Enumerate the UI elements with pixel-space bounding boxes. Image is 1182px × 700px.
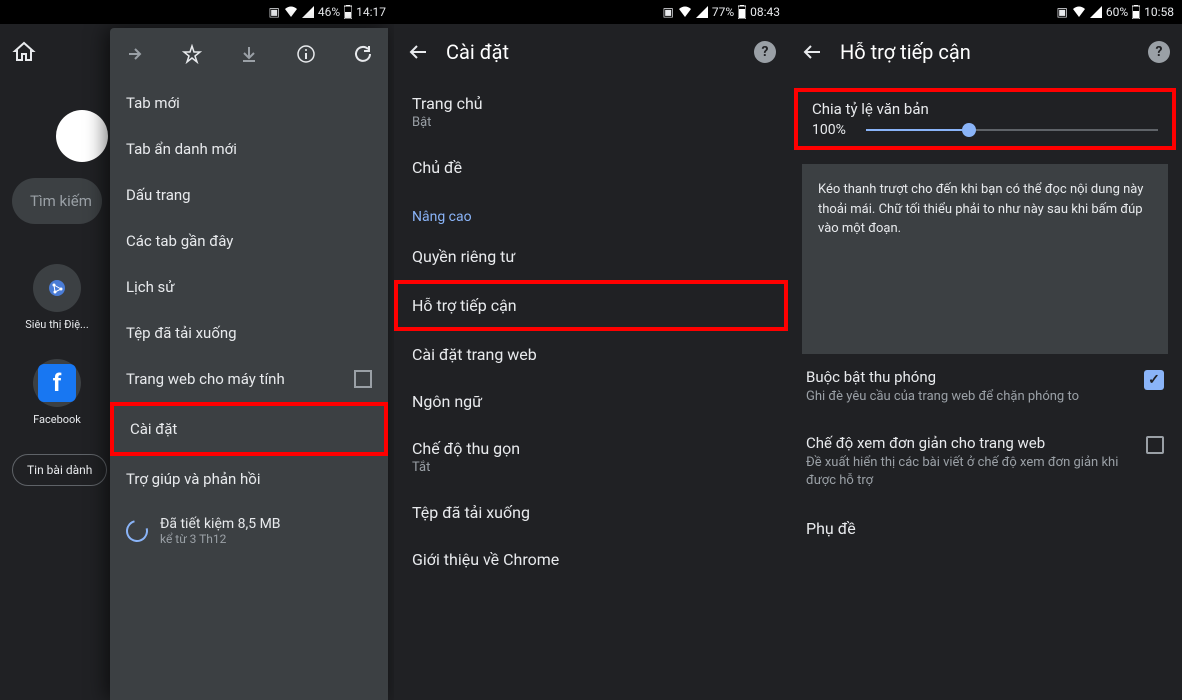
item-captions[interactable]: Phụ đề bbox=[788, 505, 1182, 552]
info-icon[interactable] bbox=[295, 43, 317, 65]
help-icon[interactable]: ? bbox=[754, 41, 776, 63]
phone-screen-2: ▣ 77% 08:43 Cài đặt ? Trang chủ Bật Chủ … bbox=[394, 0, 788, 700]
menu-history[interactable]: Lịch sử bbox=[110, 264, 388, 310]
download-icon[interactable] bbox=[238, 43, 260, 65]
battery-text: 77% bbox=[712, 5, 734, 19]
facebook-icon: f bbox=[38, 364, 76, 402]
help-icon[interactable]: ? bbox=[1148, 41, 1170, 63]
menu-incognito[interactable]: Tab ẩn danh mới bbox=[110, 126, 388, 172]
slider-thumb[interactable] bbox=[962, 123, 976, 137]
status-bar: ▣ 77% 08:43 bbox=[394, 0, 788, 24]
back-icon[interactable] bbox=[406, 40, 430, 64]
page-title: Hỗ trợ tiếp cận bbox=[840, 40, 1132, 64]
notification-icon: ▣ bbox=[662, 5, 673, 19]
data-saver-icon bbox=[122, 516, 152, 546]
battery-text: 60% bbox=[1106, 5, 1128, 19]
back-icon[interactable] bbox=[800, 40, 824, 64]
home-icon[interactable] bbox=[12, 40, 36, 64]
menu-data-saved[interactable]: Đã tiết kiệm 8,5 MB kể từ 3 Th12 bbox=[110, 502, 388, 560]
item-language[interactable]: Ngôn ngữ bbox=[394, 378, 788, 425]
text-scaling-highlight: Chia tỷ lệ văn bản 100% bbox=[794, 88, 1176, 150]
wifi-icon bbox=[284, 6, 298, 18]
text-scaling-item: Chia tỷ lệ văn bản 100% bbox=[812, 100, 1158, 138]
signal-icon bbox=[302, 6, 314, 18]
settings-toolbar: Cài đặt ? bbox=[394, 24, 788, 80]
text-scaling-value: 100% bbox=[812, 122, 856, 138]
signal-icon bbox=[696, 6, 708, 18]
wifi-icon bbox=[678, 6, 692, 18]
star-icon[interactable] bbox=[181, 43, 203, 65]
data-saved-primary: Đã tiết kiệm 8,5 MB bbox=[160, 516, 281, 532]
battery-text: 46% bbox=[318, 5, 340, 19]
item-accessibility[interactable]: Hỗ trợ tiếp cận bbox=[394, 280, 788, 331]
simplified-view-item[interactable]: Chế độ xem đơn giản cho trang web Đề xuấ… bbox=[788, 420, 1182, 504]
shortcut-icon: f bbox=[33, 359, 81, 407]
time-text: 10:58 bbox=[1144, 5, 1174, 19]
shortcut-item[interactable]: f Facebook bbox=[12, 359, 102, 426]
data-saved-secondary: kể từ 3 Th12 bbox=[160, 532, 281, 546]
notification-icon: ▣ bbox=[1056, 5, 1067, 19]
status-bar: ▣ 60% 10:58 bbox=[788, 0, 1182, 24]
page-title: Cài đặt bbox=[446, 40, 738, 64]
shortcut-icon bbox=[33, 264, 81, 312]
menu-recent-tabs[interactable]: Các tab gần đây bbox=[110, 218, 388, 264]
menu-downloads[interactable]: Tệp đã tải xuống bbox=[110, 310, 388, 356]
desktop-checkbox[interactable] bbox=[354, 370, 372, 388]
menu-settings[interactable]: Cài đặt bbox=[110, 402, 388, 456]
search-input[interactable]: Tìm kiếm bbox=[12, 178, 102, 224]
battery-icon bbox=[738, 5, 746, 19]
force-zoom-checkbox[interactable]: ✓ bbox=[1144, 370, 1164, 390]
accessibility-toolbar: Hỗ trợ tiếp cận ? bbox=[788, 24, 1182, 80]
menu-bookmarks[interactable]: Dấu trang bbox=[110, 172, 388, 218]
preview-text: Kéo thanh trượt cho đến khi bạn có thể đ… bbox=[802, 164, 1168, 354]
status-bar: ▣ 46% 14:17 bbox=[0, 0, 394, 24]
force-zoom-item[interactable]: Buộc bật thu phóng Ghi đè yêu cầu của tr… bbox=[788, 354, 1182, 420]
text-scaling-slider[interactable] bbox=[866, 129, 1158, 131]
item-site-settings[interactable]: Cài đặt trang web bbox=[394, 331, 788, 378]
reload-icon[interactable] bbox=[352, 43, 374, 65]
google-logo bbox=[56, 110, 108, 162]
shortcut-label: Facebook bbox=[33, 413, 81, 426]
battery-icon bbox=[344, 5, 352, 19]
phone-screen-3: ▣ 60% 10:58 Hỗ trợ tiếp cận ? Chia tỷ lệ… bbox=[788, 0, 1182, 700]
item-privacy[interactable]: Quyền riêng tư bbox=[394, 233, 788, 280]
overflow-menu: Tab mới Tab ẩn danh mới Dấu trang Các ta… bbox=[110, 28, 388, 700]
item-downloads[interactable]: Tệp đã tải xuống bbox=[394, 489, 788, 536]
shortcut-item[interactable]: Siêu thị Điệ... bbox=[12, 264, 102, 331]
item-homepage[interactable]: Trang chủ Bật bbox=[394, 80, 788, 144]
menu-top-row bbox=[110, 28, 388, 80]
menu-new-tab[interactable]: Tab mới bbox=[110, 80, 388, 126]
chip[interactable]: Tin bài dành bbox=[12, 454, 107, 486]
battery-icon bbox=[1132, 5, 1140, 19]
section-advanced: Nâng cao bbox=[394, 191, 788, 233]
item-theme[interactable]: Chủ đề bbox=[394, 144, 788, 191]
item-lite-mode[interactable]: Chế độ thu gọn Tắt bbox=[394, 425, 788, 489]
time-text: 14:17 bbox=[356, 5, 386, 19]
shortcut-label: Siêu thị Điệ... bbox=[25, 318, 88, 331]
forward-icon[interactable] bbox=[124, 43, 146, 65]
notification-icon: ▣ bbox=[268, 5, 279, 19]
signal-icon bbox=[1090, 6, 1102, 18]
time-text: 08:43 bbox=[750, 5, 780, 19]
text-scaling-label: Chia tỷ lệ văn bản bbox=[812, 100, 1158, 118]
phone-screen-1: ▣ 46% 14:17 Tìm kiếm Siêu thị Điệ... f F… bbox=[0, 0, 394, 700]
menu-desktop-site[interactable]: Trang web cho máy tính bbox=[110, 356, 388, 402]
wifi-icon bbox=[1072, 6, 1086, 18]
item-about[interactable]: Giới thiệu về Chrome bbox=[394, 536, 788, 583]
simplified-view-checkbox[interactable] bbox=[1146, 436, 1164, 454]
menu-help[interactable]: Trợ giúp và phản hồi bbox=[110, 456, 388, 502]
